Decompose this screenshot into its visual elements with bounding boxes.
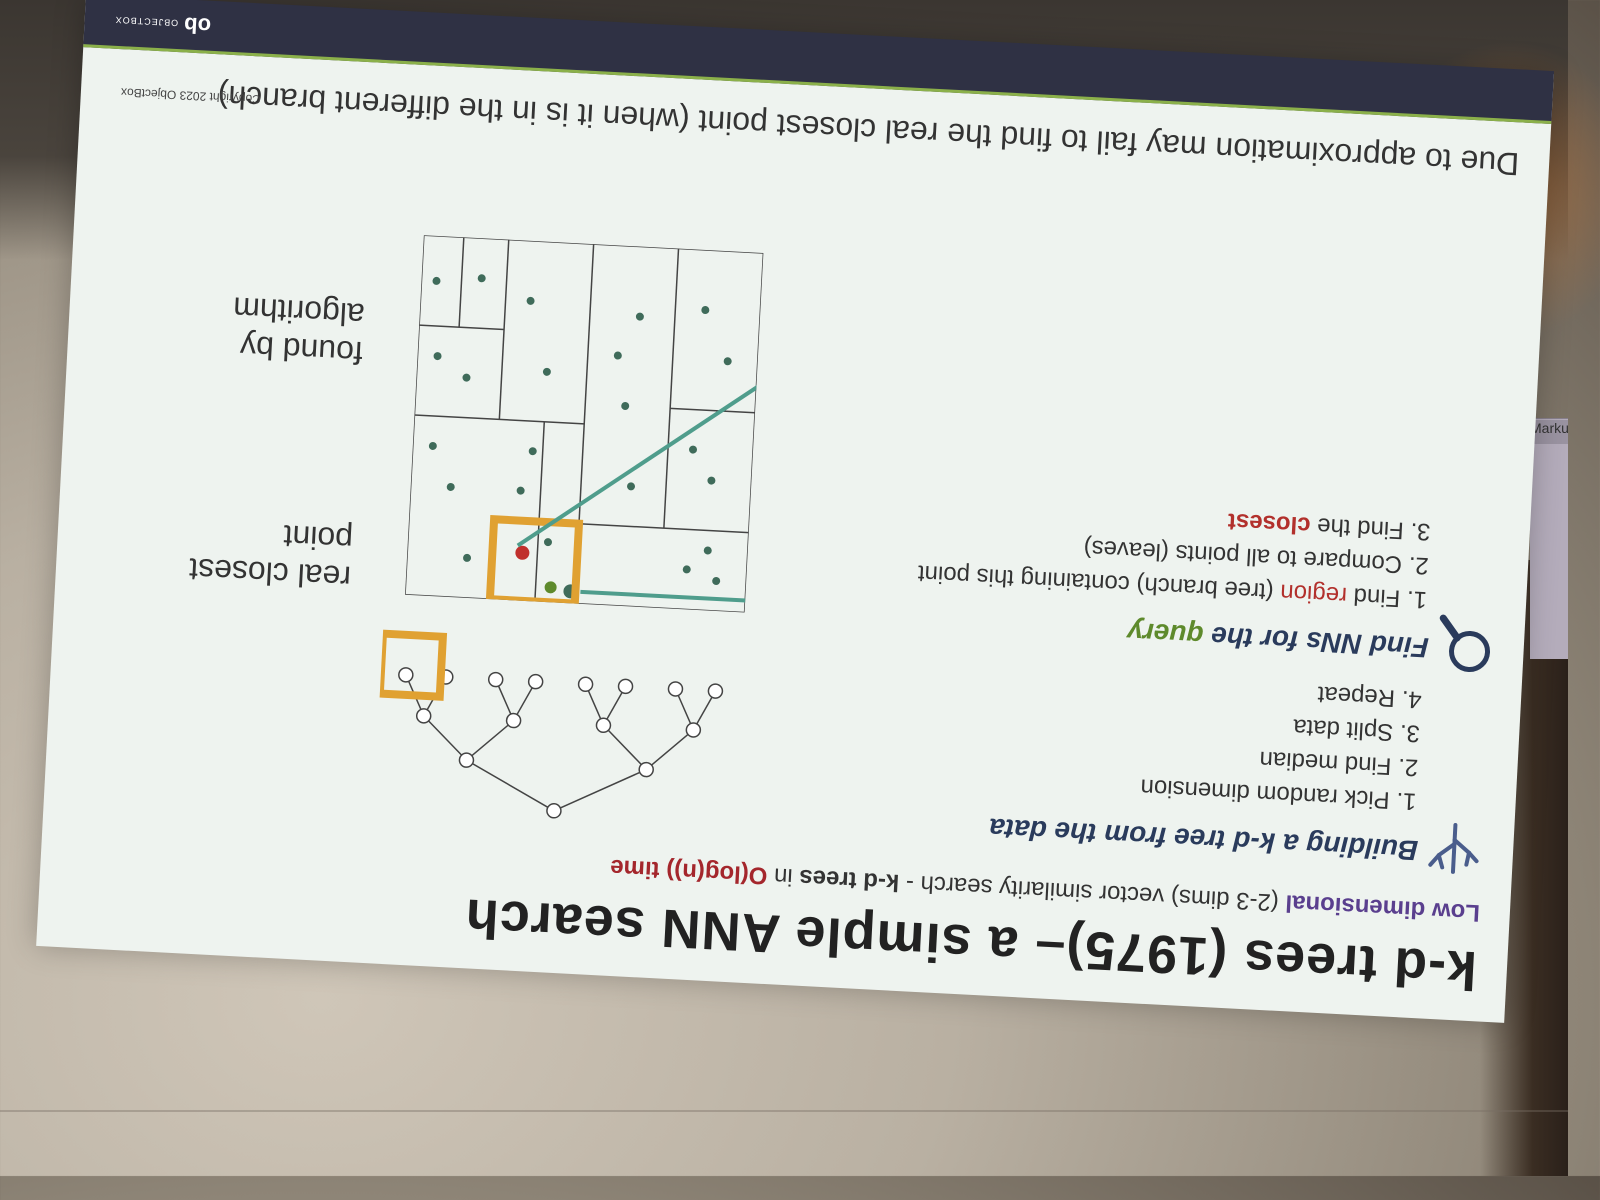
projected-slide: k-d trees (1975)– a simple ANN search Lo… xyxy=(36,0,1555,1023)
logo-text: OBJECTBOX xyxy=(114,14,179,28)
find-step-1a: Find xyxy=(1346,582,1401,612)
floor-edge xyxy=(0,1110,1568,1112)
find-step-3a: Find the xyxy=(1309,512,1405,544)
side-screen-label: Marku xyxy=(1530,420,1568,444)
arrow-real xyxy=(580,589,764,605)
label-found-by-algorithm: found by algorithm xyxy=(232,290,366,372)
kd-tree-diagram xyxy=(375,629,724,819)
build-heading: Building a k-d tree from the data xyxy=(988,812,1419,867)
find-heading: Find NNs for the query xyxy=(1126,616,1429,664)
subtitle-low-dim: Low dimensional xyxy=(1284,889,1481,927)
subtitle-complexity: O(log(n)) time xyxy=(609,853,769,890)
find-step-3-closest: closest xyxy=(1227,507,1312,539)
subtitle-in: in xyxy=(766,862,801,891)
label-real-closest: real closest point xyxy=(188,518,354,596)
tree-icon xyxy=(1428,822,1479,874)
query-point xyxy=(544,581,557,594)
subtitle-kd: k-d trees xyxy=(798,863,900,896)
build-steps: Pick random dimension Find median Split … xyxy=(1140,668,1432,819)
find-heading-text: Find NNs for the xyxy=(1202,620,1430,664)
found-point xyxy=(515,545,530,560)
logo-mark: ob xyxy=(183,12,212,39)
find-heading-query: query xyxy=(1126,616,1205,652)
subtitle-dims: (2-3 dims) vector similarity search - xyxy=(898,868,1287,917)
arrow-found xyxy=(516,372,764,548)
side-screen xyxy=(1530,418,1568,659)
find-steps: Find region (tree branch) containing thi… xyxy=(917,488,1441,617)
find-step-1-region: region xyxy=(1279,578,1348,609)
objectbox-logo: ob OBJECTBOX xyxy=(114,8,212,39)
magnifier-icon xyxy=(1439,614,1491,672)
kd-partition-grid xyxy=(405,235,764,613)
